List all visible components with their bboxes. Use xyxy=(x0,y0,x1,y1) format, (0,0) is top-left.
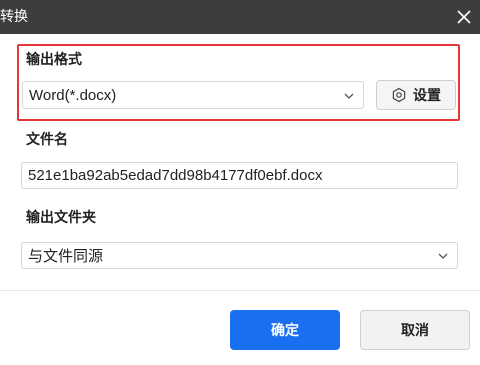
hexagon-gear-icon xyxy=(392,87,406,103)
file-name-label: 文件名 xyxy=(26,132,68,148)
output-format-select[interactable]: Word(*.docx) xyxy=(22,81,364,109)
window-title: 转换 xyxy=(0,9,28,25)
chevron-down-icon xyxy=(344,93,354,99)
settings-button[interactable]: 设置 xyxy=(376,80,456,110)
close-icon xyxy=(457,10,471,24)
chevron-down-icon xyxy=(438,253,448,259)
output-format-label: 输出格式 xyxy=(26,52,82,68)
file-name-value: 521e1ba92ab5edad7dd98b4177df0ebf.docx xyxy=(28,167,323,184)
cancel-button[interactable]: 取消 xyxy=(360,310,470,350)
close-button[interactable] xyxy=(448,0,480,34)
confirm-button-label: 确定 xyxy=(271,323,299,339)
output-format-value: Word(*.docx) xyxy=(29,86,117,104)
confirm-button[interactable]: 确定 xyxy=(230,310,340,350)
cancel-button-label: 取消 xyxy=(401,323,429,339)
title-bar: 转换 xyxy=(0,0,480,34)
footer-divider xyxy=(0,290,480,291)
output-folder-value: 与文件同源 xyxy=(28,248,104,265)
output-folder-select[interactable]: 与文件同源 xyxy=(21,242,458,269)
file-name-input[interactable]: 521e1ba92ab5edad7dd98b4177df0ebf.docx xyxy=(21,162,458,189)
output-folder-label: 输出文件夹 xyxy=(26,210,96,226)
settings-button-label: 设置 xyxy=(413,88,441,104)
